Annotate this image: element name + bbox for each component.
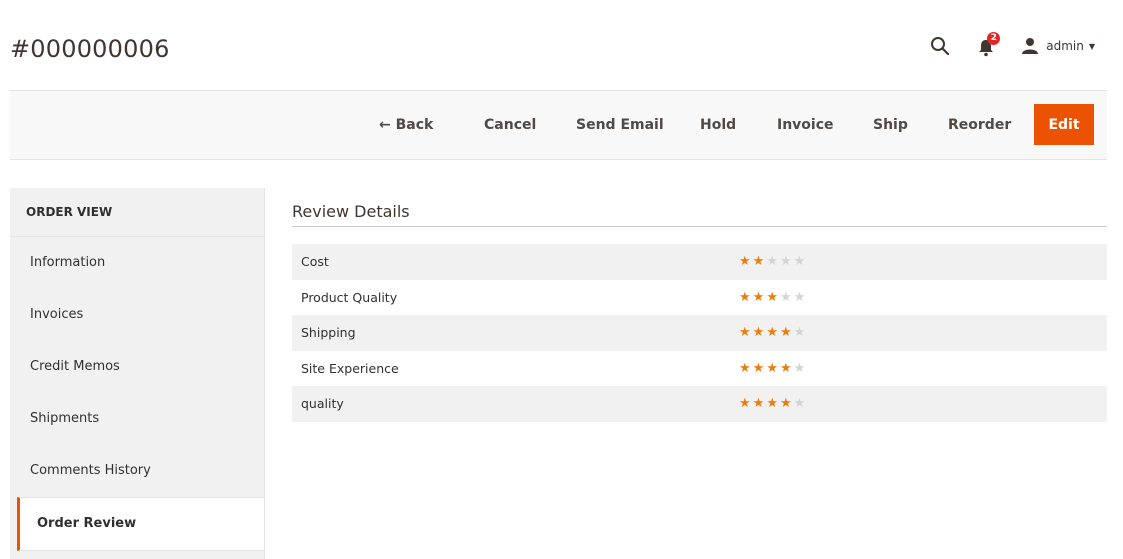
star-icon: ★ (793, 325, 806, 341)
star-icon: ★ (739, 289, 751, 305)
star-icon: ★ (766, 254, 778, 270)
section-divider (292, 226, 1107, 227)
review-row: Shipping ★ ★ ★ ★ ★ (292, 315, 1107, 351)
star-icon: ★ (739, 254, 751, 270)
review-details-table: Cost ★ ★ ★ ★ ★ Product Quality ★ ★ ★ ★ ★ Shipping ★ ★ ★… (292, 244, 1107, 422)
star-icon: ★ (752, 254, 765, 270)
star-icon: ★ (752, 325, 765, 341)
review-row: quality ★ ★ ★ ★ ★ (292, 386, 1107, 422)
user-icon (1022, 38, 1039, 54)
star-icon: ★ (752, 360, 765, 376)
star-icon: ★ (752, 289, 765, 305)
back-button[interactable]: ← Back (379, 115, 433, 135)
notification-badge: 2 (987, 32, 1001, 45)
hold-button[interactable]: Hold (700, 115, 736, 135)
rating-stars: ★ ★ ★ ★ ★ (739, 326, 805, 339)
cancel-button[interactable]: Cancel (484, 115, 536, 135)
rating-stars: ★ ★ ★ ★ ★ (739, 362, 805, 375)
search-icon[interactable] (929, 35, 951, 57)
sidebar-item-comments-history[interactable]: Comments History (10, 445, 264, 497)
review-row: Product Quality ★ ★ ★ ★ ★ (292, 280, 1107, 316)
star-icon: ★ (779, 254, 792, 270)
star-icon: ★ (766, 289, 778, 305)
review-label: Product Quality (301, 289, 398, 305)
review-label: quality (301, 396, 344, 412)
user-menu[interactable]: admin ▼ (1021, 37, 1095, 55)
star-icon: ★ (752, 396, 765, 412)
header-actions: 2 admin ▼ (929, 32, 1095, 59)
reorder-button[interactable]: Reorder (948, 115, 1011, 135)
star-icon: ★ (793, 254, 806, 270)
star-icon: ★ (739, 360, 751, 376)
review-row: Cost ★ ★ ★ ★ ★ (292, 244, 1107, 280)
user-name: admin (1046, 39, 1084, 53)
star-icon: ★ (793, 360, 806, 376)
star-icon: ★ (739, 396, 751, 412)
review-label: Cost (301, 254, 329, 270)
page-actions-bar: ← Back Cancel Send Email Hold Invoice Sh… (10, 90, 1107, 160)
section-title: Review Details (292, 202, 410, 221)
rating-stars: ★ ★ ★ ★ ★ (739, 291, 805, 304)
order-view-sidebar: ORDER VIEW Information Invoices Credit M… (10, 188, 265, 559)
star-icon: ★ (766, 360, 778, 376)
invoice-button[interactable]: Invoice (777, 115, 834, 135)
star-icon: ★ (793, 289, 806, 305)
star-icon: ★ (779, 289, 792, 305)
sidebar-item-information[interactable]: Information (10, 237, 264, 289)
review-row: Site Experience ★ ★ ★ ★ ★ (292, 351, 1107, 387)
send-email-button[interactable]: Send Email (576, 115, 664, 135)
page-title: #000000006 (10, 35, 170, 63)
review-label: Shipping (301, 325, 356, 341)
sidebar-item-shipments[interactable]: Shipments (10, 393, 264, 445)
sidebar-item-credit-memos[interactable]: Credit Memos (10, 341, 264, 393)
review-label: Site Experience (301, 360, 399, 376)
notifications-button[interactable]: 2 (977, 32, 1001, 57)
star-icon: ★ (766, 325, 778, 341)
star-icon: ★ (739, 325, 751, 341)
sidebar-item-order-review[interactable]: Order Review (17, 497, 264, 551)
sidebar-item-invoices[interactable]: Invoices (10, 289, 264, 341)
star-icon: ★ (779, 360, 792, 376)
sidebar-title: ORDER VIEW (10, 188, 264, 237)
star-icon: ★ (793, 396, 806, 412)
star-icon: ★ (766, 396, 778, 412)
edit-button[interactable]: Edit (1034, 104, 1094, 145)
ship-button[interactable]: Ship (873, 115, 908, 135)
star-icon: ★ (779, 325, 792, 341)
rating-stars: ★ ★ ★ ★ ★ (739, 397, 805, 410)
star-icon: ★ (779, 396, 792, 412)
rating-stars: ★ ★ ★ ★ ★ (739, 255, 805, 268)
chevron-down-icon: ▼ (1088, 41, 1095, 51)
